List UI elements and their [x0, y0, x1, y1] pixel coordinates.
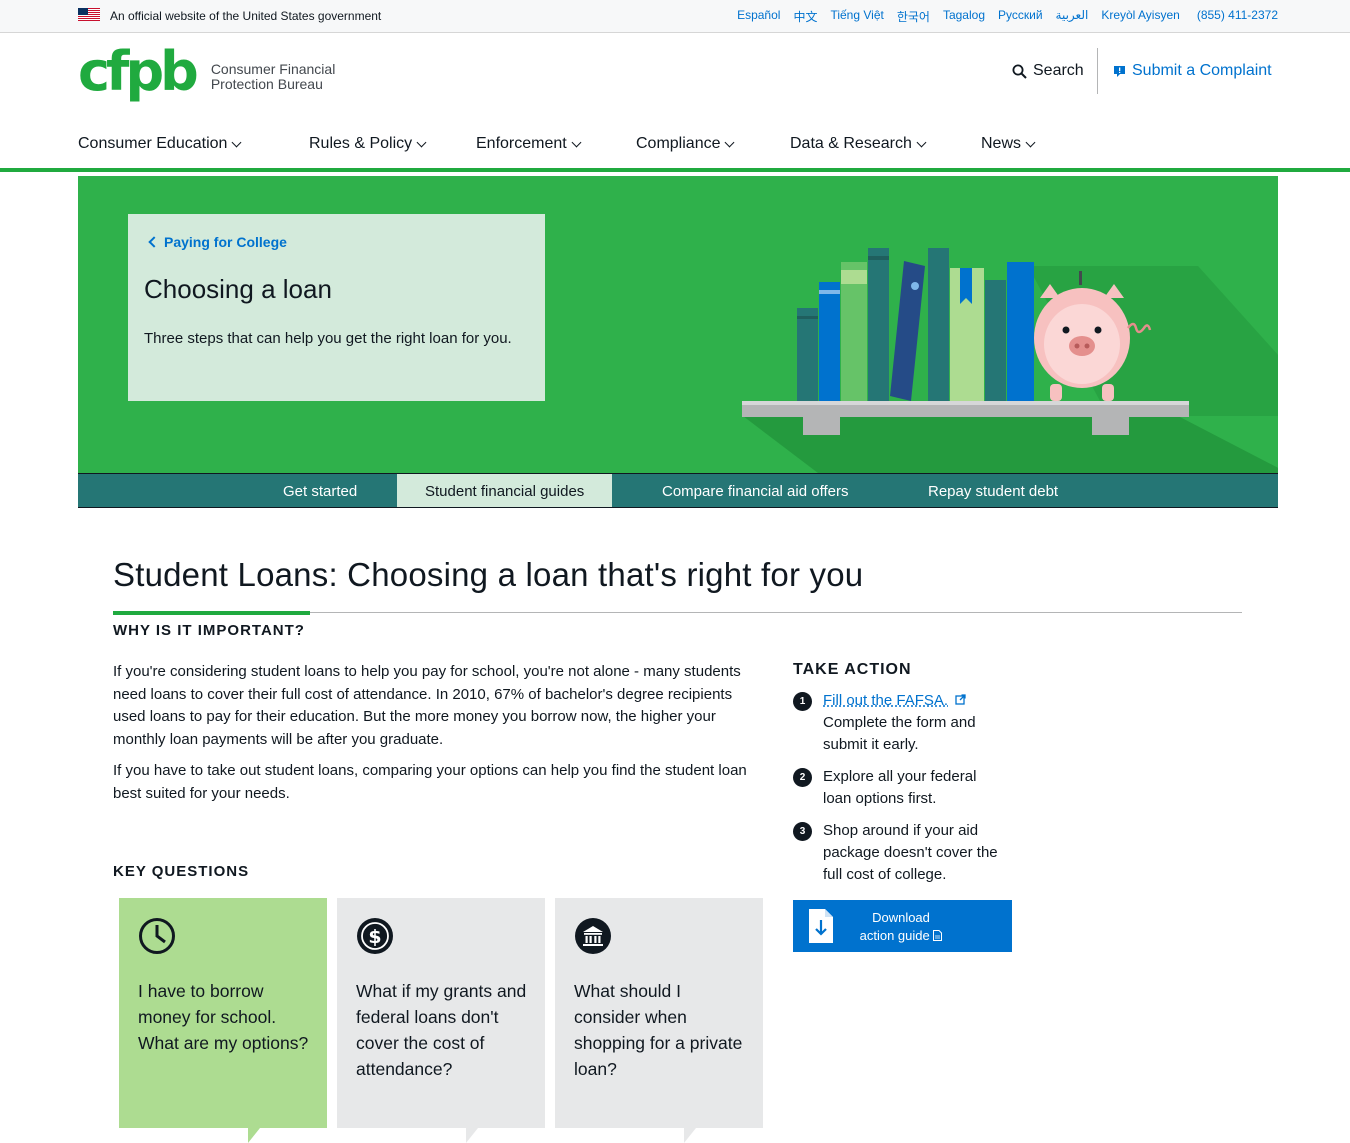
step-text: Shop around if your aid package doesn't …	[823, 822, 998, 883]
chevron-down-icon	[725, 137, 735, 147]
pdf-file-icon	[933, 930, 943, 941]
tab-compare-financial-aid-offers[interactable]: Compare financial aid offers	[634, 474, 877, 507]
download-action-guide-button[interactable]: Download action guide	[793, 900, 1012, 952]
lang-link-chinese[interactable]: 中文	[793, 8, 817, 25]
nav-label: Consumer Education	[78, 135, 228, 152]
nav-data-research[interactable]: Data & Research	[790, 135, 927, 153]
complaint-label: Submit a Complaint	[1132, 62, 1272, 79]
header-divider	[1097, 48, 1098, 94]
card-tail	[248, 1128, 260, 1143]
chevron-down-icon	[416, 137, 427, 147]
intro-paragraph-2: If you have to take out student loans, c…	[113, 762, 747, 802]
lang-link-espanol[interactable]: Español	[737, 8, 780, 25]
why-important-heading: Why is it important?	[113, 622, 305, 639]
breadcrumb-label: Paying for College	[164, 234, 287, 250]
paying-for-college-nav: Get started Student financial guides Com…	[78, 473, 1278, 508]
download-label: Download action guide	[841, 909, 961, 945]
search-label: Search	[1033, 62, 1084, 79]
external-link-icon[interactable]	[955, 694, 966, 705]
clock-icon	[139, 918, 175, 954]
download-label-line-2: action guide	[841, 927, 961, 945]
lang-link-vietnamese[interactable]: Tiếng Việt	[830, 8, 883, 25]
nav-label: Compliance	[636, 135, 721, 152]
hero-card: Paying for College Choosing a loan Three…	[128, 214, 545, 401]
nav-news[interactable]: News	[981, 135, 1036, 153]
page-title: Student Loans: Choosing a loan that's ri…	[113, 556, 864, 593]
nav-consumer-education[interactable]: Consumer Education	[78, 135, 242, 153]
step-body: Fill out the FAFSA. Complete the form an…	[823, 690, 1008, 756]
step-text: Explore all your federal loan options fi…	[823, 768, 977, 807]
bank-icon	[575, 918, 611, 954]
nav-label: Rules & Policy	[309, 135, 413, 152]
logo-wordmark: Consumer Financial Protection Bureau	[211, 62, 336, 92]
hero-subtitle: Three steps that can help you get the ri…	[144, 330, 512, 347]
cfpb-logo[interactable]: cfpb Consumer Financial Protection Burea…	[78, 45, 336, 102]
tab-get-started[interactable]: Get started	[255, 474, 385, 507]
title-divider-accent	[113, 611, 310, 615]
document-download-icon	[809, 909, 833, 943]
tab-repay-student-debt[interactable]: Repay student debt	[900, 474, 1086, 507]
complaint-bubble-icon	[1114, 65, 1125, 77]
submit-complaint-link[interactable]: Submit a Complaint	[1113, 62, 1272, 80]
books-piggy-bank-illustration	[742, 248, 1278, 473]
step-number: 1	[793, 692, 812, 711]
chevron-down-icon	[916, 137, 927, 147]
lang-link-korean[interactable]: 한국어	[897, 8, 930, 25]
key-question-text: What if my grants and federal loans don'…	[356, 981, 527, 1079]
key-question-card-borrowing-options[interactable]: I have to borrow money for school. What …	[119, 898, 327, 1128]
step-number: 2	[793, 768, 812, 787]
phone-link[interactable]: (855) 411-2372	[1197, 8, 1278, 25]
key-question-card-private-loan[interactable]: What should I consider when shopping for…	[555, 898, 763, 1128]
key-questions-heading: Key questions	[113, 863, 250, 880]
hero-title: Choosing a loan	[144, 274, 332, 304]
nav-rules-policy[interactable]: Rules & Policy	[309, 135, 427, 153]
tab-student-financial-guides[interactable]: Student financial guides	[397, 474, 613, 507]
chevron-down-icon	[571, 137, 582, 147]
logo-mark: cfpb	[78, 40, 199, 103]
chevron-down-icon	[1025, 137, 1036, 147]
nav-compliance[interactable]: Compliance	[636, 135, 735, 153]
lang-link-haitian-creole[interactable]: Kreyòl Ayisyen	[1101, 8, 1180, 25]
nav-label: Data & Research	[790, 135, 912, 152]
lang-link-arabic[interactable]: العربية	[1056, 8, 1089, 25]
card-tail	[684, 1128, 696, 1143]
nav-label: News	[981, 135, 1022, 152]
nav-label: Enforcement	[476, 135, 567, 152]
lang-link-russian[interactable]: Русский	[998, 8, 1043, 25]
take-action-step-1: 1 Fill out the FAFSA. Complete the form …	[793, 690, 1008, 756]
key-question-text: What should I consider when shopping for…	[574, 981, 743, 1079]
nav-enforcement[interactable]: Enforcement	[476, 135, 582, 153]
take-action-step-3: 3 Shop around if your aid package doesn'…	[793, 820, 1008, 886]
logo-line-2: Protection Bureau	[210, 76, 323, 92]
card-tail	[466, 1128, 478, 1143]
download-label-line-1: Download	[872, 910, 930, 925]
logo-line-1: Consumer Financial	[210, 61, 336, 77]
breadcrumb-paying-for-college[interactable]: Paying for College	[148, 234, 287, 250]
lang-link-tagalog[interactable]: Tagalog	[943, 8, 985, 25]
chevron-down-icon	[231, 137, 242, 147]
search-button[interactable]: Search	[1012, 62, 1084, 80]
gov-banner: An official website of the United States…	[0, 0, 1350, 33]
key-question-card-cost-gap[interactable]: $ What if my grants and federal loans do…	[337, 898, 545, 1128]
step-number: 3	[793, 822, 812, 841]
key-question-text: I have to borrow money for school. What …	[138, 981, 309, 1053]
svg-text:$: $	[368, 926, 381, 948]
gov-banner-text: An official website of the United States…	[110, 9, 382, 23]
hero-banner: Paying for College Choosing a loan Three…	[78, 176, 1278, 473]
dollar-coin-icon: $	[357, 918, 393, 954]
search-icon	[1012, 64, 1027, 79]
chevron-left-icon	[148, 236, 160, 248]
mega-menu: Consumer Education Rules & Policy Enforc…	[0, 128, 1350, 172]
take-action-step-2: 2 Explore all your federal loan options …	[793, 766, 1008, 810]
fafsa-link[interactable]: Fill out the FAFSA.	[823, 692, 948, 709]
step-text: Complete the form and submit it early.	[823, 714, 976, 753]
us-flag-icon	[78, 8, 100, 21]
intro-paragraph-1: If you're considering student loans to h…	[113, 663, 741, 748]
language-links: Español 中文 Tiếng Việt 한국어 Tagalog Русски…	[737, 8, 1278, 25]
take-action-heading: TAKE ACTION	[793, 661, 912, 678]
download-label-text: action guide	[859, 928, 930, 943]
